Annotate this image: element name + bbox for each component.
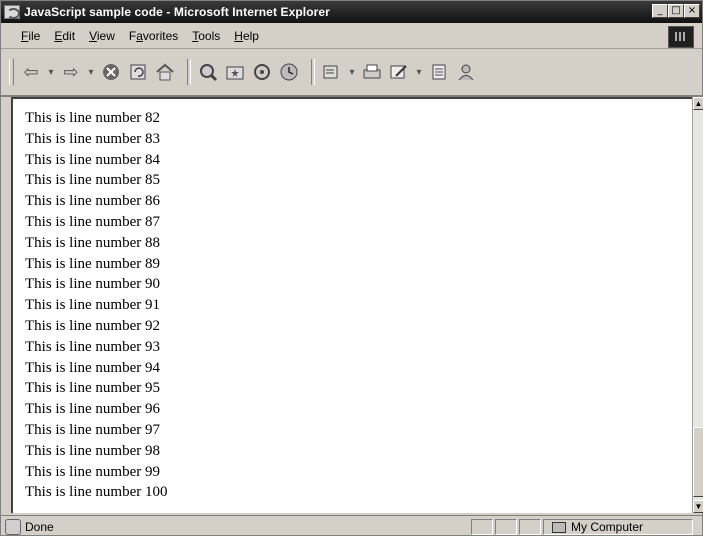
status-panel	[495, 519, 517, 535]
dropdown-arrow-icon[interactable]: ▾	[415, 61, 423, 83]
status-panel	[471, 519, 493, 535]
back-icon[interactable]: ⇦	[20, 61, 42, 83]
browser-window: JavaScript sample code - Microsoft Inter…	[0, 0, 703, 536]
text-line: This is line number 98	[25, 442, 160, 459]
edit-icon[interactable]	[388, 61, 410, 83]
status-panel	[519, 519, 541, 535]
vertical-scrollbar[interactable]: ▲ ▼	[692, 97, 703, 513]
text-line: This is line number 99	[25, 463, 160, 480]
window-title: JavaScript sample code - Microsoft Inter…	[24, 5, 330, 19]
text-line: This is line number 90	[25, 276, 160, 293]
text-line: This is line number 95	[25, 380, 160, 397]
text-line: This is line number 85	[25, 172, 160, 189]
forward-icon[interactable]: ⇨	[60, 61, 82, 83]
page-content[interactable]: This is line number 82 This is line numbe…	[11, 97, 692, 513]
refresh-icon[interactable]	[127, 61, 149, 83]
menu-view[interactable]: View	[89, 29, 115, 43]
status-bar: Done My Computer	[1, 515, 702, 537]
menu-help[interactable]: Help	[234, 29, 259, 43]
toolbar-separator	[311, 59, 315, 85]
search-icon[interactable]	[197, 61, 219, 83]
ie-logo-icon[interactable]	[4, 5, 20, 19]
history-icon[interactable]	[278, 61, 300, 83]
dropdown-arrow-icon[interactable]: ▾	[87, 61, 95, 83]
text-line: This is line number 87	[25, 213, 160, 230]
text-line: This is line number 89	[25, 255, 160, 272]
text-line: This is line number 96	[25, 401, 160, 418]
print-icon[interactable]	[361, 61, 383, 83]
home-icon[interactable]	[154, 61, 176, 83]
favorites-icon[interactable]	[224, 61, 246, 83]
computer-icon	[552, 521, 566, 533]
stop-icon[interactable]	[100, 61, 122, 83]
page-done-icon	[5, 518, 21, 535]
text-line: This is line number 86	[25, 193, 160, 210]
text-line: This is line number 82	[25, 110, 160, 126]
text-line: This is line number 94	[25, 359, 160, 376]
text-line: This is line number 84	[25, 151, 160, 168]
window-controls: _ □ ×	[652, 4, 700, 18]
text-line: This is line number 88	[25, 234, 160, 251]
menu-favorites[interactable]: Favorites	[129, 29, 178, 43]
line-list: This is line number 82 This is line numbe…	[25, 108, 168, 503]
menu-file[interactable]: File	[21, 29, 40, 43]
zone-label: My Computer	[571, 520, 644, 534]
dropdown-arrow-icon[interactable]: ▾	[348, 61, 356, 83]
menu-tools[interactable]: Tools	[192, 29, 220, 43]
standard-toolbar: ⇦ ▾ ⇨ ▾ ▾ ▾	[1, 49, 702, 97]
security-zone[interactable]: My Computer	[543, 519, 693, 535]
mail-icon[interactable]	[321, 61, 343, 83]
text-line: This is line number 93	[25, 338, 160, 355]
scroll-up-button[interactable]: ▲	[693, 97, 703, 110]
media-icon[interactable]	[251, 61, 273, 83]
scroll-thumb[interactable]	[693, 427, 703, 497]
title-bar[interactable]: JavaScript sample code - Microsoft Inter…	[1, 1, 702, 23]
close-button[interactable]: ×	[684, 4, 700, 18]
toolbar-grip[interactable]	[9, 59, 14, 85]
messenger-icon[interactable]	[455, 61, 477, 83]
minimize-button[interactable]: _	[652, 4, 668, 18]
scroll-down-button[interactable]: ▼	[693, 500, 703, 513]
text-line: This is line number 97	[25, 421, 160, 438]
text-line: This is line number 91	[25, 297, 160, 314]
menu-bar: File Edit View Favorites Tools Help	[1, 23, 702, 49]
dropdown-arrow-icon[interactable]: ▾	[47, 61, 55, 83]
maximize-button[interactable]: □	[668, 4, 684, 18]
text-line: This is line number 92	[25, 317, 160, 334]
status-text: Done	[25, 519, 54, 534]
toolbar-separator	[187, 59, 191, 85]
text-line: This is line number 83	[25, 130, 160, 147]
discuss-icon[interactable]	[428, 61, 450, 83]
windows-logo-icon	[668, 26, 694, 48]
text-line: This is line number 100	[25, 484, 168, 501]
menu-edit[interactable]: Edit	[54, 29, 75, 43]
